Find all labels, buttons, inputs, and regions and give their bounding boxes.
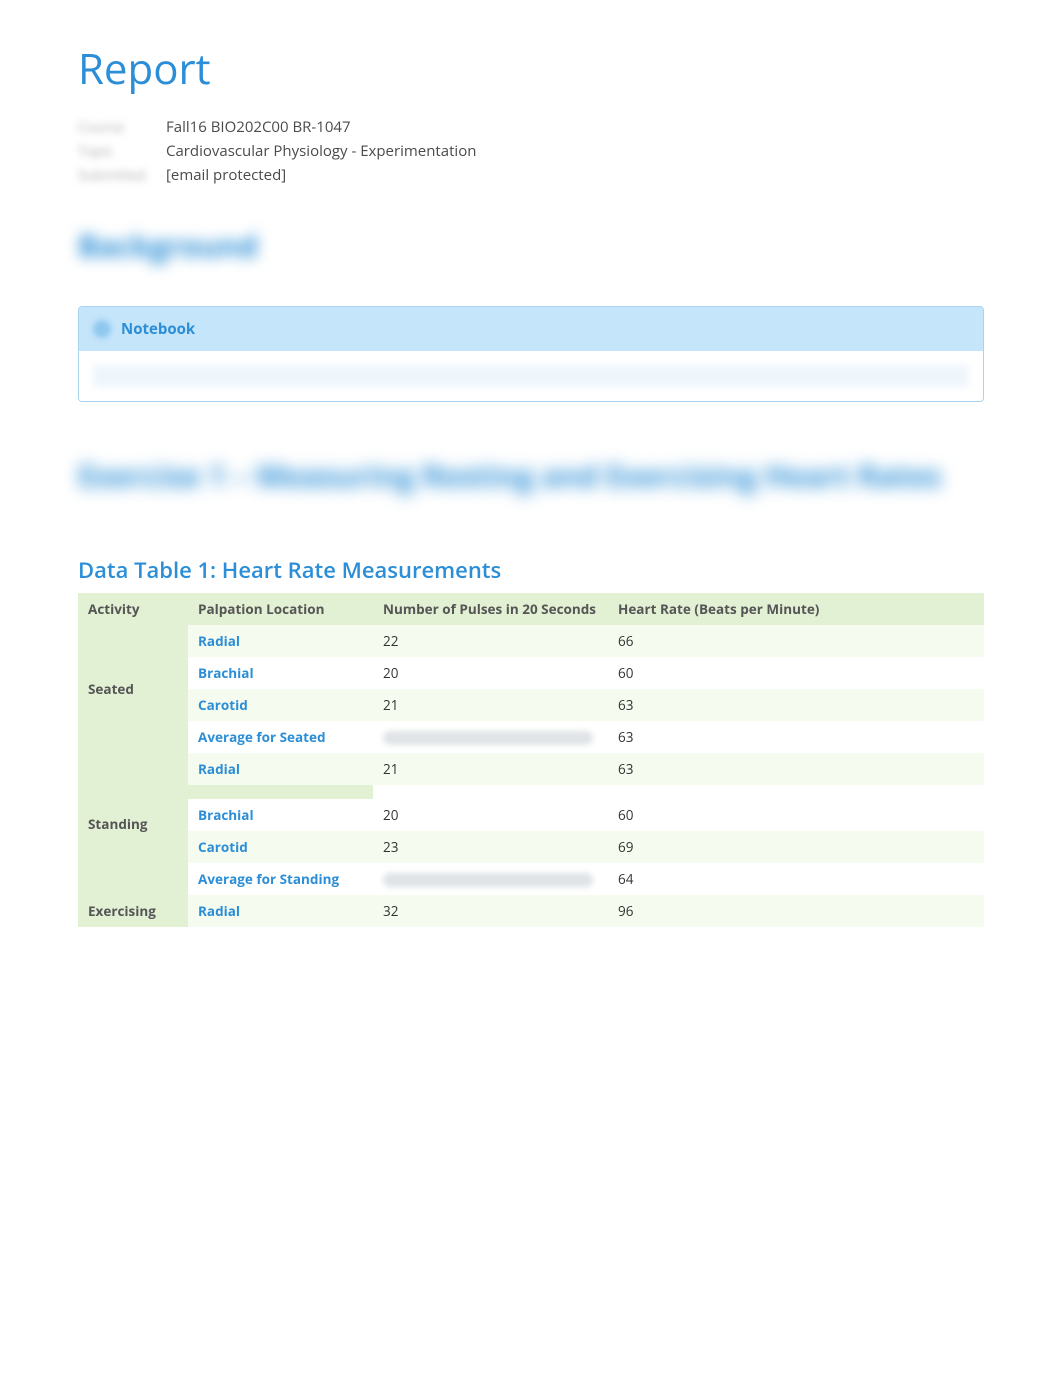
table-row: Average for Seated 63 <box>78 721 984 753</box>
exercise-heading: Exercise 1 – Measuring Resting and Exerc… <box>78 452 984 500</box>
heartrate-cell: 60 <box>608 799 984 831</box>
meta-label-3: Submitted <box>78 166 166 185</box>
heart-rate-table: Activity Palpation Location Number of Pu… <box>78 593 984 927</box>
th-pulses: Number of Pulses in 20 Seconds <box>373 593 608 625</box>
table-header-row: Activity Palpation Location Number of Pu… <box>78 593 984 625</box>
palpation-link[interactable]: Radial <box>198 632 240 650</box>
meta-value-3: [email protected] <box>166 165 286 185</box>
palpation-link[interactable]: Carotid <box>198 838 248 856</box>
th-activity: Activity <box>78 593 188 625</box>
heartrate-cell: 63 <box>608 721 984 753</box>
pulses-cell <box>373 863 608 895</box>
heartrate-cell: 63 <box>608 689 984 721</box>
palpation-link[interactable]: Average for Standing <box>198 870 339 888</box>
activity-cell: Exercising <box>78 895 188 927</box>
pulses-cell: 20 <box>373 799 608 831</box>
pulses-cell: 21 <box>373 689 608 721</box>
table-row: Brachial 2060 <box>78 657 984 689</box>
redacted-value <box>383 731 593 745</box>
pulses-cell: 32 <box>373 895 608 927</box>
palpation-link[interactable]: Average for Seated <box>198 728 326 746</box>
notebook-title: Notebook <box>121 319 195 339</box>
pulses-cell: 23 <box>373 831 608 863</box>
meta-value-2: Cardiovascular Physiology - Experimentat… <box>166 141 476 161</box>
background-heading: Background <box>78 225 984 266</box>
palpation-link[interactable]: Radial <box>198 760 240 778</box>
table-row: Exercising Radial 3296 <box>78 895 984 927</box>
heartrate-cell: 63 <box>608 753 984 785</box>
activity-cell: Standing <box>78 753 188 895</box>
activity-cell: Seated <box>78 625 188 753</box>
meta-label-1: Course <box>78 118 166 137</box>
meta-label-2: Topic <box>78 142 166 161</box>
palpation-link[interactable]: Radial <box>198 902 240 920</box>
th-heartrate: Heart Rate (Beats per Minute) <box>608 593 984 625</box>
table-row: StandingRadial2163 <box>78 753 984 785</box>
heartrate-cell: 60 <box>608 657 984 689</box>
notebook-panel: Notebook <box>78 306 984 402</box>
pulses-cell: 22 <box>373 625 608 657</box>
table-row: Carotid 2369 <box>78 831 984 863</box>
table-row: Average for Standing 64 <box>78 863 984 895</box>
heartrate-cell: 64 <box>608 863 984 895</box>
palpation-link[interactable]: Carotid <box>198 696 248 714</box>
th-palpation: Palpation Location <box>188 593 373 625</box>
notebook-toggle-icon <box>93 320 111 338</box>
table-row: Carotid 2163 <box>78 689 984 721</box>
table-spacer-row <box>78 785 984 799</box>
notebook-body <box>79 351 983 401</box>
heartrate-cell: 69 <box>608 831 984 863</box>
pulses-cell: 21 <box>373 753 608 785</box>
meta-block: Course Fall16 BIO202C00 BR-1047 Topic Ca… <box>78 117 984 185</box>
heartrate-cell: 96 <box>608 895 984 927</box>
table-row: SeatedRadial2266 <box>78 625 984 657</box>
pulses-cell: 20 <box>373 657 608 689</box>
pulses-cell <box>373 721 608 753</box>
notebook-content-redacted <box>93 365 969 387</box>
redacted-value <box>383 873 593 887</box>
palpation-link[interactable]: Brachial <box>198 664 254 682</box>
report-title: Report <box>78 40 984 97</box>
table-row: Brachial 2060 <box>78 799 984 831</box>
heartrate-cell: 66 <box>608 625 984 657</box>
palpation-link[interactable]: Brachial <box>198 806 254 824</box>
data-table-title: Data Table 1: Heart Rate Measurements <box>78 555 984 585</box>
notebook-header[interactable]: Notebook <box>79 307 983 351</box>
meta-value-1: Fall16 BIO202C00 BR-1047 <box>166 117 351 137</box>
